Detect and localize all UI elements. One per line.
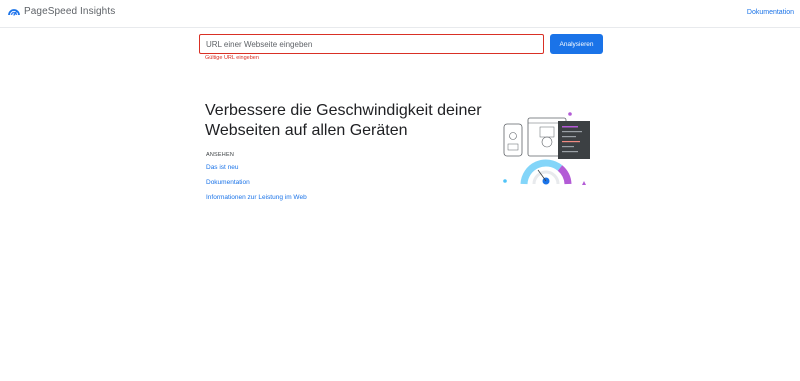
documentation-link[interactable]: Dokumentation xyxy=(747,9,794,16)
decor-dot xyxy=(568,112,572,116)
app-title: PageSpeed Insights xyxy=(24,6,116,17)
whats-new-link[interactable]: Das ist neu xyxy=(206,164,239,171)
gauge-arc-end xyxy=(557,165,572,185)
decor-triangle xyxy=(582,181,586,185)
page-title: Verbessere die Geschwindigkeit deiner We… xyxy=(205,102,482,139)
code-line xyxy=(562,141,580,143)
url-input[interactable] xyxy=(199,34,544,54)
pagespeed-logo-icon xyxy=(8,8,20,16)
devices-illustration xyxy=(503,112,590,185)
documentation-info-link[interactable]: Dokumentation xyxy=(206,179,250,186)
web-performance-link[interactable]: Informationen zur Leistung im Web xyxy=(206,194,307,201)
top-bar: PageSpeed Insights Dokumentation xyxy=(0,0,800,28)
code-line xyxy=(562,126,578,128)
url-error-message: Gültige URL eingeben xyxy=(205,55,259,61)
analyze-button[interactable]: Analysieren xyxy=(550,34,603,54)
browser-image xyxy=(539,126,555,138)
decor-dot xyxy=(503,179,507,183)
code-line xyxy=(562,146,574,148)
app-logo[interactable]: PageSpeed Insights xyxy=(8,6,115,17)
code-line xyxy=(562,131,582,133)
see-section-label: ANSEHEN xyxy=(206,152,234,158)
phone-graphic xyxy=(503,123,523,157)
code-line xyxy=(562,136,576,138)
code-line xyxy=(562,151,578,153)
